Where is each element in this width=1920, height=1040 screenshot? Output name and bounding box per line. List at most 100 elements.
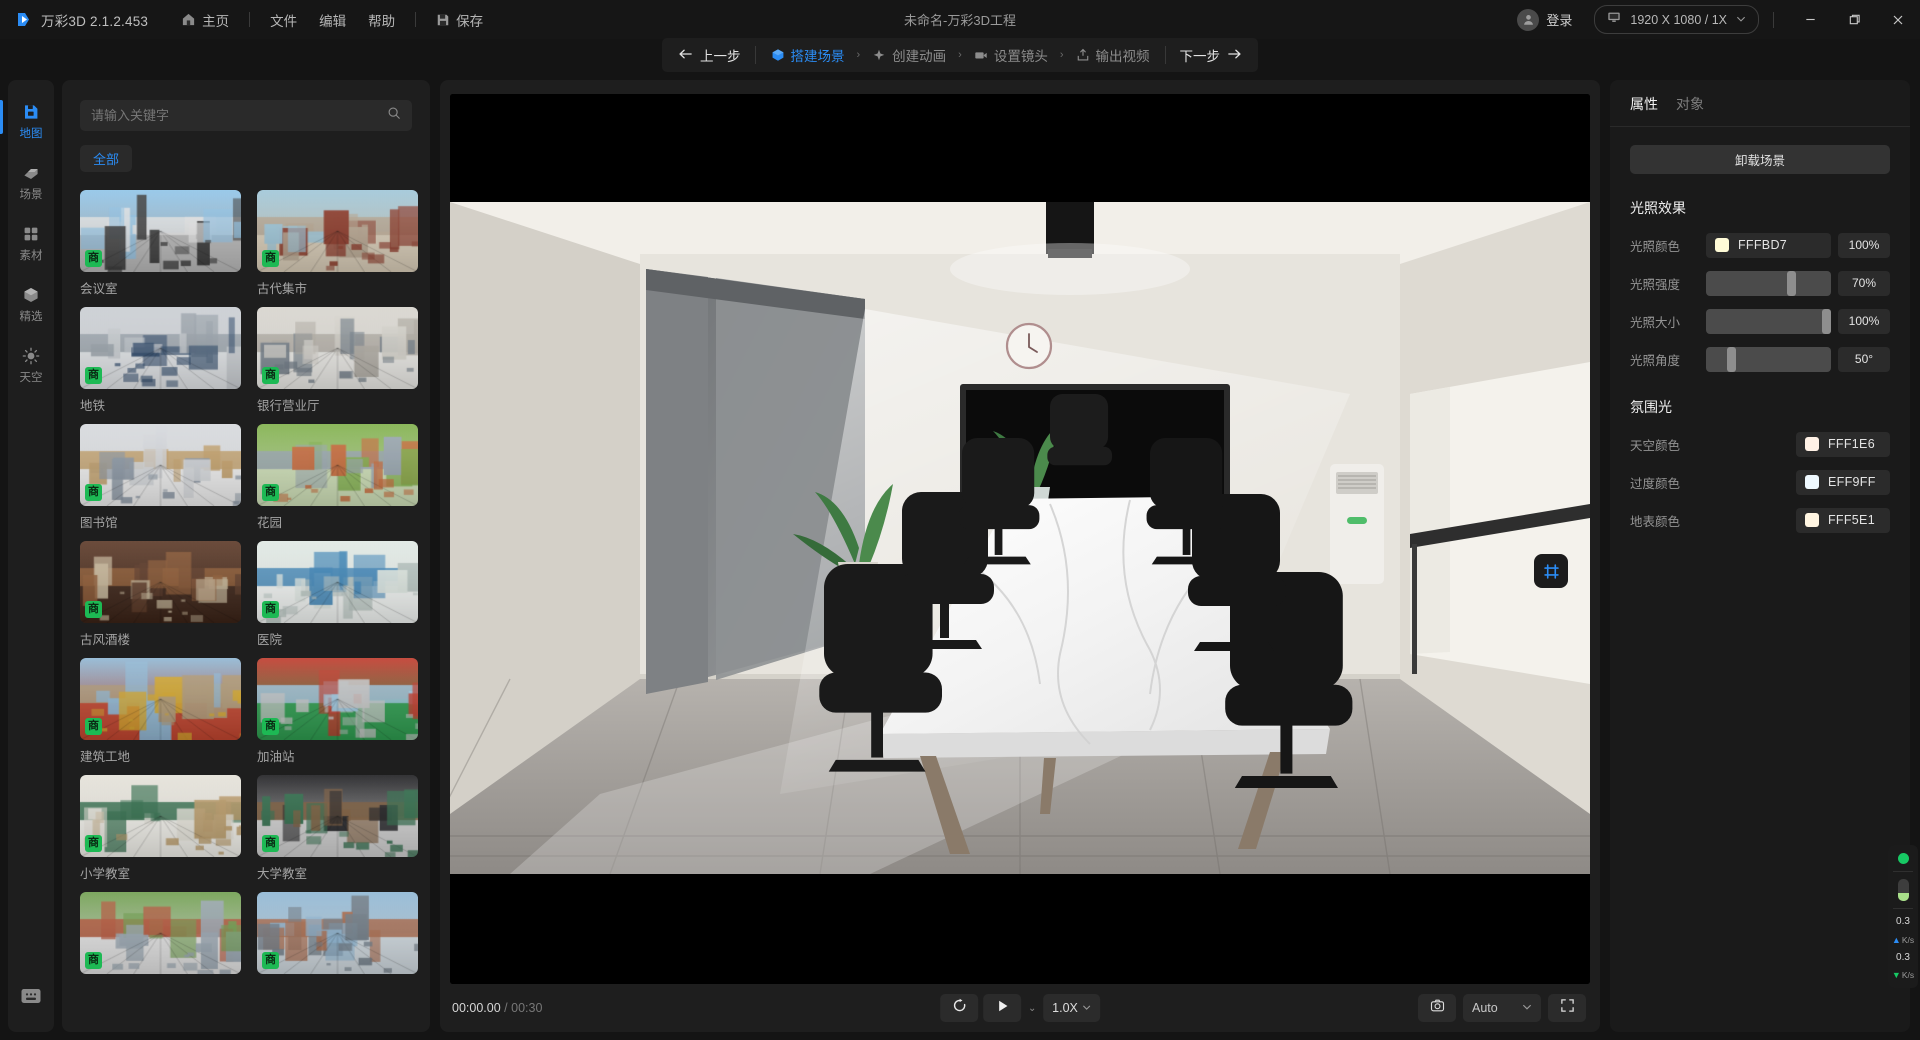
sidebar-item-assets[interactable]: 素材 xyxy=(8,216,54,270)
scene-card[interactable]: 商加油站 xyxy=(257,658,418,765)
rail-bottom xyxy=(8,987,54,1010)
menu-edit[interactable]: 编辑 xyxy=(308,6,357,34)
sidebar-item-map[interactable]: 地图 xyxy=(0,94,54,148)
scene-thumbnail[interactable]: 商 xyxy=(80,424,241,506)
step-export-video[interactable]: 输出视频 xyxy=(1067,40,1159,70)
scene-thumbnail[interactable]: 商 xyxy=(80,541,241,623)
prev-step-button[interactable]: 上一步 xyxy=(664,39,755,71)
sky-color-field[interactable]: FFF1E6 xyxy=(1796,431,1890,457)
light-size-value[interactable]: 100% xyxy=(1838,308,1890,334)
scene-thumbnail[interactable]: 商 xyxy=(80,892,241,974)
light-angle-slider[interactable] xyxy=(1706,346,1831,372)
scene-thumbnail[interactable]: 商 xyxy=(257,424,418,506)
scene-thumbnail[interactable]: 商 xyxy=(257,892,418,974)
step-build-scene[interactable]: 搭建场景 xyxy=(761,40,853,70)
save-icon xyxy=(436,13,450,27)
scene-thumbnail[interactable]: 商 xyxy=(257,307,418,389)
scene-card[interactable]: 商 xyxy=(80,892,241,980)
sidebar-item-featured[interactable]: 精选 xyxy=(8,277,54,331)
restore-icon[interactable] xyxy=(1832,0,1876,39)
frame-grid-icon[interactable] xyxy=(1534,554,1568,588)
step-set-camera[interactable]: 设置镜头 xyxy=(965,40,1057,70)
search-input[interactable] xyxy=(91,108,379,123)
sidebar-item-sky[interactable]: 天空 xyxy=(8,338,54,392)
light-angle-knob[interactable] xyxy=(1726,346,1736,372)
playback-speed-label: 1.0X xyxy=(1052,1001,1078,1015)
minimize-icon[interactable] xyxy=(1788,0,1832,39)
row-light-intensity: 光照强度 70% xyxy=(1630,269,1890,297)
sidebar-item-scene[interactable]: 场景 xyxy=(8,155,54,209)
scene-card[interactable]: 商银行营业厅 xyxy=(257,307,418,414)
scene-card[interactable]: 商大学教室 xyxy=(257,775,418,882)
fullscreen-button[interactable] xyxy=(1548,994,1586,1022)
properties-tabs: 属性 对象 xyxy=(1610,80,1910,127)
scene-card[interactable]: 商地铁 xyxy=(80,307,241,414)
scene-card[interactable]: 商古风酒楼 xyxy=(80,541,241,648)
scene-thumbnail[interactable]: 商 xyxy=(80,307,241,389)
menu-home[interactable]: 主页 xyxy=(170,6,240,34)
status-indicator-dot xyxy=(1897,853,1909,864)
playbar-right-controls: Auto xyxy=(1418,994,1586,1022)
tab-objects[interactable]: 对象 xyxy=(1676,94,1704,114)
tab-properties[interactable]: 属性 xyxy=(1630,94,1658,114)
scene-thumbnail[interactable]: 商 xyxy=(80,775,241,857)
scene-card[interactable]: 商 xyxy=(257,892,418,980)
ground-color-field[interactable]: FFF5E1 xyxy=(1796,507,1890,533)
commercial-badge: 商 xyxy=(85,952,102,969)
scene-card-grid[interactable]: 商会议室商古代集市商地铁商银行营业厅商图书馆商花园商古风酒楼商医院商建筑工地商加… xyxy=(62,190,430,1032)
light-color-field[interactable]: FFFBD7 xyxy=(1706,232,1831,258)
light-color-swatch[interactable] xyxy=(1715,238,1729,252)
scene-thumbnail[interactable]: 商 xyxy=(257,541,418,623)
close-icon[interactable] xyxy=(1876,0,1920,39)
light-color-opacity[interactable]: 100% xyxy=(1838,232,1890,258)
save-button[interactable]: 保存 xyxy=(425,6,494,34)
unload-scene-button[interactable]: 卸载场景 xyxy=(1630,145,1890,174)
search-icon[interactable] xyxy=(387,106,401,125)
ground-color-swatch[interactable] xyxy=(1805,513,1819,527)
login-button[interactable]: 登录 xyxy=(1509,6,1580,34)
download-unit-label: K/s xyxy=(1901,970,1915,980)
total-time: 00:30 xyxy=(511,1001,543,1015)
message-icon[interactable] xyxy=(20,987,42,1010)
filter-chip-all[interactable]: 全部 xyxy=(80,145,133,172)
screenshot-button[interactable] xyxy=(1418,994,1456,1022)
row-light-size: 光照大小 100% xyxy=(1630,307,1890,335)
play-button[interactable] xyxy=(983,994,1022,1022)
light-angle-value[interactable]: 50° xyxy=(1838,346,1890,372)
scene-3d-render[interactable] xyxy=(450,94,1590,984)
scene-card[interactable]: 商会议室 xyxy=(80,190,241,297)
light-size-knob[interactable] xyxy=(1822,308,1831,334)
playback-speed-selector[interactable]: 1.0X xyxy=(1043,994,1100,1022)
scene-card[interactable]: 商建筑工地 xyxy=(80,658,241,765)
map-icon xyxy=(22,103,40,121)
search-box[interactable] xyxy=(80,100,412,131)
scene-thumbnail[interactable]: 商 xyxy=(257,775,418,857)
light-intensity-knob[interactable] xyxy=(1787,270,1797,296)
scene-card-label: 古风酒楼 xyxy=(80,633,131,647)
light-intensity-slider[interactable] xyxy=(1706,270,1831,296)
scene-card[interactable]: 商小学教室 xyxy=(80,775,241,882)
quality-selector[interactable]: Auto xyxy=(1463,994,1541,1022)
scene-card[interactable]: 商医院 xyxy=(257,541,418,648)
light-intensity-value[interactable]: 70% xyxy=(1838,270,1890,296)
menu-help[interactable]: 帮助 xyxy=(357,6,406,34)
scene-thumbnail[interactable]: 商 xyxy=(80,190,241,272)
next-step-button[interactable]: 下一步 xyxy=(1166,39,1257,71)
scene-thumbnail[interactable]: 商 xyxy=(257,658,418,740)
preview-stage[interactable] xyxy=(450,94,1590,984)
scene-thumbnail[interactable]: 商 xyxy=(257,190,418,272)
resolution-selector[interactable]: 1920 X 1080 / 1X xyxy=(1594,5,1759,34)
scene-card[interactable]: 商花园 xyxy=(257,424,418,531)
light-size-slider[interactable] xyxy=(1706,308,1831,334)
menu-file[interactable]: 文件 xyxy=(259,6,308,34)
scene-card[interactable]: 商古代集市 xyxy=(257,190,418,297)
scene-thumbnail[interactable]: 商 xyxy=(80,658,241,740)
sky-color-swatch[interactable] xyxy=(1805,437,1819,451)
scene-card[interactable]: 商图书馆 xyxy=(80,424,241,531)
transition-color-swatch[interactable] xyxy=(1805,475,1819,489)
transition-color-field[interactable]: EFF9FF xyxy=(1796,469,1890,495)
step-create-animation[interactable]: 创建动画 xyxy=(863,40,955,70)
loop-button[interactable] xyxy=(940,994,979,1022)
play-options-chevron-icon[interactable]: ⌄ xyxy=(1026,1003,1038,1014)
stats-divider-2 xyxy=(1893,908,1913,909)
